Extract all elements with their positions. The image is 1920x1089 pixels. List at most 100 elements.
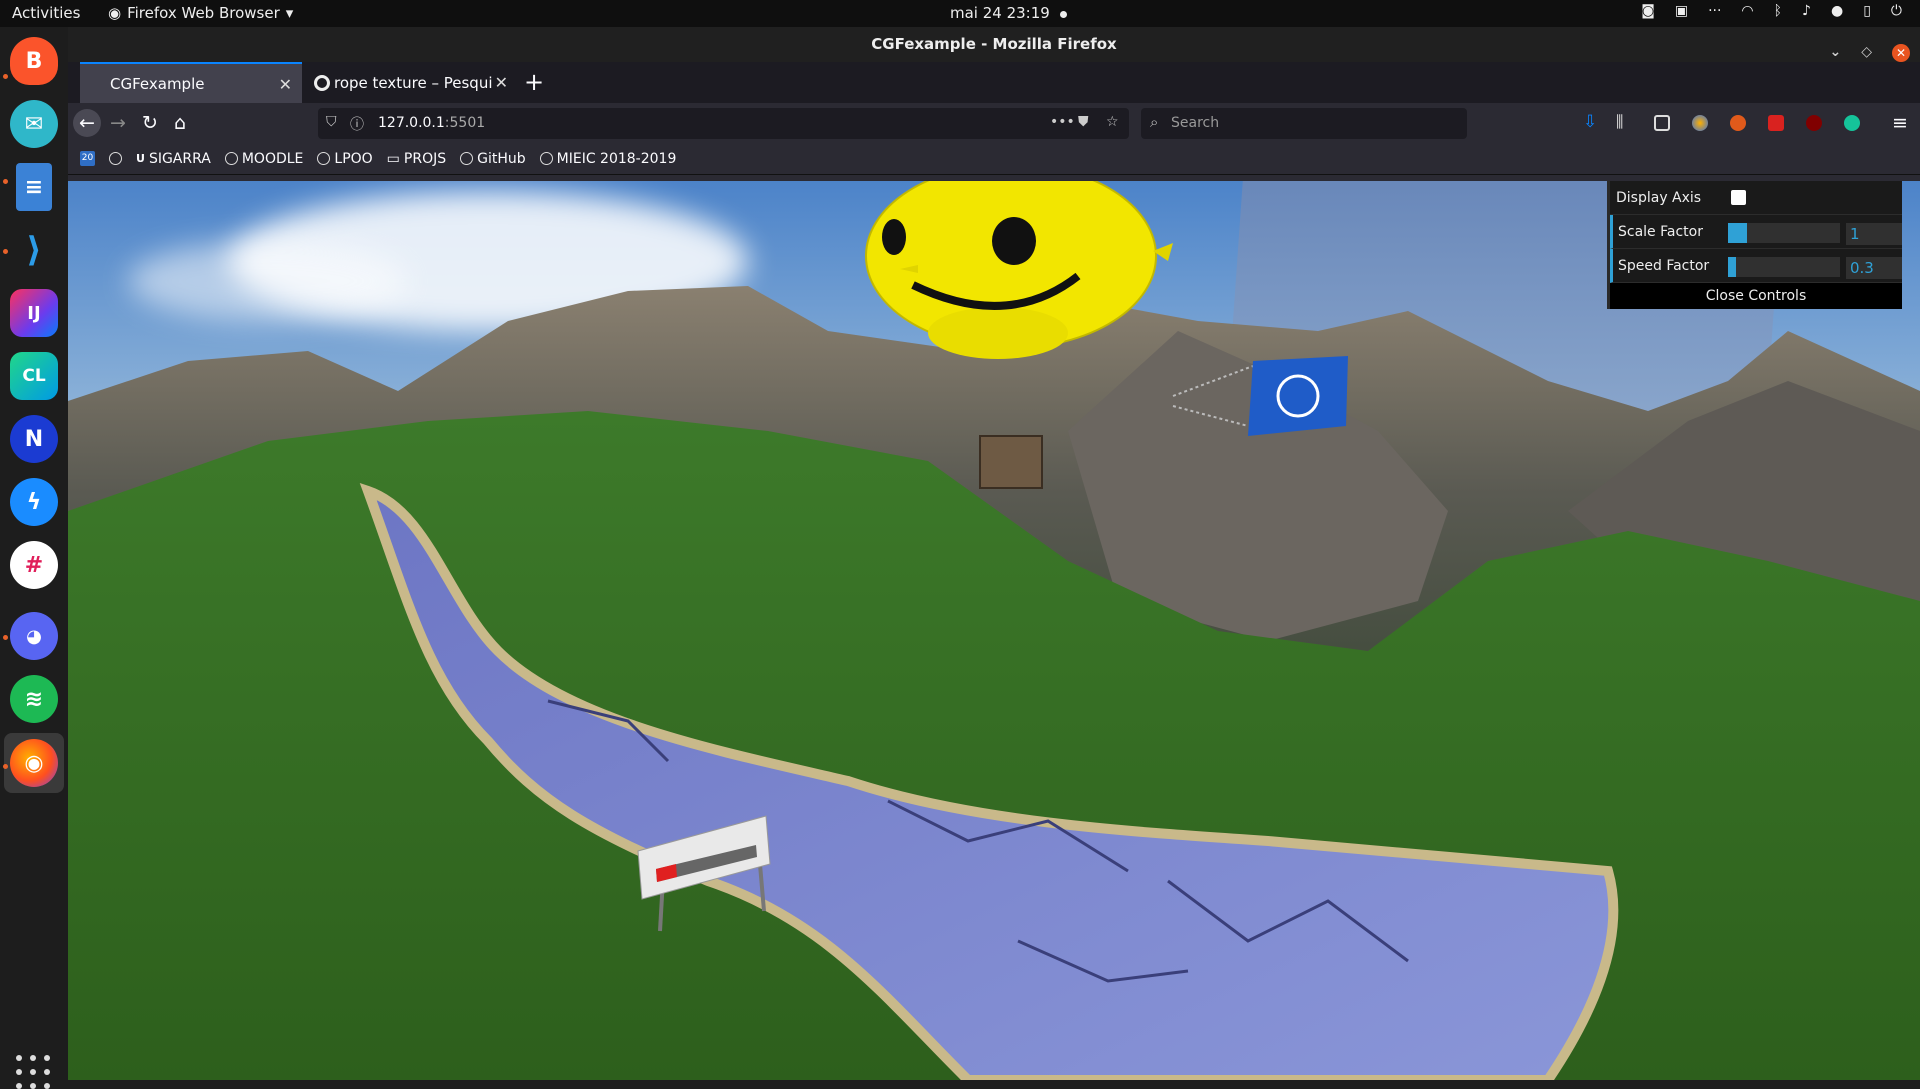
screen-tray-icon[interactable]: ▣ [1675, 3, 1688, 19]
brave-browser-icon[interactable]: B [10, 37, 58, 85]
scale-factor-slider[interactable] [1728, 223, 1840, 243]
clion-icon[interactable]: CL [10, 352, 58, 400]
window-titlebar[interactable]: CGFexample - Mozilla Firefox ⌄ ◇ ✕ [68, 27, 1920, 62]
downloads-icon[interactable]: ⇩ [1583, 112, 1599, 132]
vscode-icon[interactable]: ⟩ [10, 226, 58, 274]
speed-factor-input[interactable]: 0.3 [1846, 257, 1902, 279]
bookmark-lpoo[interactable]: LPOO [317, 150, 373, 167]
bookmark-sigarra[interactable]: U SIGARRA [136, 151, 211, 167]
github-icon [460, 152, 474, 165]
google-favicon-icon [314, 75, 330, 91]
bookmark-projs[interactable]: ▭ PROJS [387, 151, 446, 167]
wifi-icon[interactable]: ◠ [1741, 3, 1753, 19]
extension-fox-icon[interactable] [1730, 115, 1746, 131]
volume-icon[interactable]: ♪ [1802, 3, 1811, 19]
ublock-origin-icon[interactable] [1806, 115, 1822, 131]
home-icon[interactable]: ⌂ [166, 109, 194, 137]
hamburger-menu-icon[interactable]: ≡ [1886, 109, 1914, 137]
slack-icon[interactable]: # [10, 541, 58, 589]
speed-factor-label: Speed Factor [1618, 257, 1710, 274]
close-tab-icon[interactable]: ✕ [495, 73, 508, 92]
speed-factor-slider[interactable] [1728, 257, 1840, 277]
running-indicator [3, 74, 8, 79]
library-icon[interactable]: ⫼ [1616, 112, 1632, 131]
wooden-crate [979, 435, 1043, 489]
display-axis-checkbox[interactable] [1731, 190, 1746, 205]
firefox-icon[interactable]: ◉ [10, 739, 58, 787]
microphone-icon[interactable]: ● [1831, 3, 1843, 19]
discord-tray-icon[interactable]: ◙ [1641, 3, 1655, 19]
extension-globe-icon[interactable] [1692, 115, 1708, 131]
bookmark-mieic[interactable]: MIEIC 2018-2019 [539, 150, 677, 167]
bookmark-label: MIEIC 2018-2019 [556, 150, 677, 167]
bookmark-github[interactable]: GitHub [460, 151, 526, 167]
bookmark-calendar[interactable]: 20 [80, 151, 95, 166]
globe-icon [539, 152, 553, 165]
clock[interactable]: mai 24 23:19 [950, 4, 1067, 22]
folder-icon: ▭ [386, 150, 400, 167]
window-title: CGFexample - Mozilla Firefox [871, 35, 1117, 53]
bluetooth-icon[interactable]: ᛒ [1774, 3, 1782, 19]
tab-cgfexample[interactable]: CGFexample ✕ [80, 62, 302, 103]
terrain-scene [68, 181, 1920, 1080]
slider-fill [1728, 223, 1748, 243]
display-axis-row: Display Axis [1610, 181, 1902, 215]
scale-factor-row: Scale Factor 1 [1610, 215, 1902, 249]
activities-button[interactable]: Activities [12, 4, 80, 22]
bookmark-label: MOODLE [241, 150, 304, 167]
uporto-icon: U [136, 152, 145, 165]
messenger-icon[interactable]: ϟ [10, 478, 58, 526]
bookmarks-toolbar: 20 U SIGARRA MOODLE LPOO ▭ PROJS GitHub MI… [68, 143, 1920, 175]
notification-dot [1059, 10, 1067, 18]
window-close-button[interactable]: ✕ [1892, 43, 1910, 62]
forward-arrow-icon[interactable]: → [104, 109, 132, 137]
running-indicator [3, 179, 8, 184]
firefox-small-icon: ◉ [108, 4, 122, 22]
intellij-idea-icon[interactable]: IJ [10, 289, 58, 337]
extension-lastpass-icon[interactable] [1768, 115, 1784, 131]
more-tray-icon[interactable]: ··· [1708, 3, 1721, 19]
running-indicator [3, 635, 8, 640]
show-applications-icon[interactable] [16, 1055, 50, 1089]
url-port: :5501 [444, 115, 486, 131]
pocket-icon[interactable]: ⛊ [1078, 114, 1089, 130]
battery-icon[interactable]: ▯ [1863, 3, 1871, 19]
sidebar-icon[interactable] [1654, 115, 1670, 131]
bookmark-label: LPOO [334, 150, 373, 167]
scale-factor-input[interactable]: 1 [1846, 223, 1902, 245]
page-actions-icon[interactable]: ••• [1050, 114, 1075, 130]
reload-icon[interactable]: ↻ [136, 109, 164, 137]
url-bar[interactable]: ⛉ ⓘ 127.0.0.1:5501 ••• ⛊ ☆ [318, 108, 1129, 139]
shield-icon[interactable]: ⛉ [326, 114, 337, 130]
text-editor-icon[interactable]: ≡ [16, 163, 52, 211]
speed-factor-row: Speed Factor 0.3 [1610, 249, 1902, 283]
slider-fill [1728, 257, 1736, 277]
mail-icon[interactable]: ✉ [10, 100, 58, 148]
bookmark-label: SIGARRA [148, 150, 211, 167]
search-icon: ⌕ [1150, 113, 1159, 131]
power-icon[interactable]: ⏻ [1891, 3, 1902, 19]
bookmark-star-icon[interactable]: ☆ [1106, 114, 1119, 130]
bookmark-label: GitHub [477, 150, 526, 167]
notion-enhanced-icon[interactable]: N [10, 415, 58, 463]
close-controls-button[interactable]: Close Controls [1610, 283, 1902, 309]
url-text[interactable]: 127.0.0.1:5501 [378, 115, 485, 131]
bookmark-moodle[interactable]: MOODLE [224, 150, 304, 167]
tab-label: CGFexample [110, 74, 205, 93]
discord-icon[interactable]: ◕ [10, 612, 58, 660]
spotify-icon[interactable]: ≋ [10, 675, 58, 723]
globe-icon [109, 152, 122, 165]
grammarly-icon[interactable] [1844, 115, 1860, 131]
system-tray[interactable]: ◙ ▣ ··· ◠ ᛒ ♪ ● ▯ ⏻ [1641, 3, 1902, 19]
running-indicator [3, 249, 8, 254]
webgl-canvas[interactable]: Display Axis Scale Factor 1 Speed Factor… [68, 181, 1920, 1080]
new-tab-icon[interactable]: + [524, 68, 544, 96]
info-icon[interactable]: ⓘ [350, 114, 364, 134]
app-menu[interactable]: ◉ Firefox Web Browser ▾ [108, 4, 293, 22]
tab-rope-texture[interactable]: rope texture – Pesquisa ✕ [304, 62, 518, 103]
back-arrow-icon[interactable]: ← [73, 109, 101, 137]
bookmark-globe[interactable] [109, 152, 122, 165]
close-tab-icon[interactable]: ✕ [279, 75, 292, 94]
bookmark-label: PROJS [403, 150, 447, 167]
search-input[interactable]: ⌕ Search [1141, 108, 1467, 139]
